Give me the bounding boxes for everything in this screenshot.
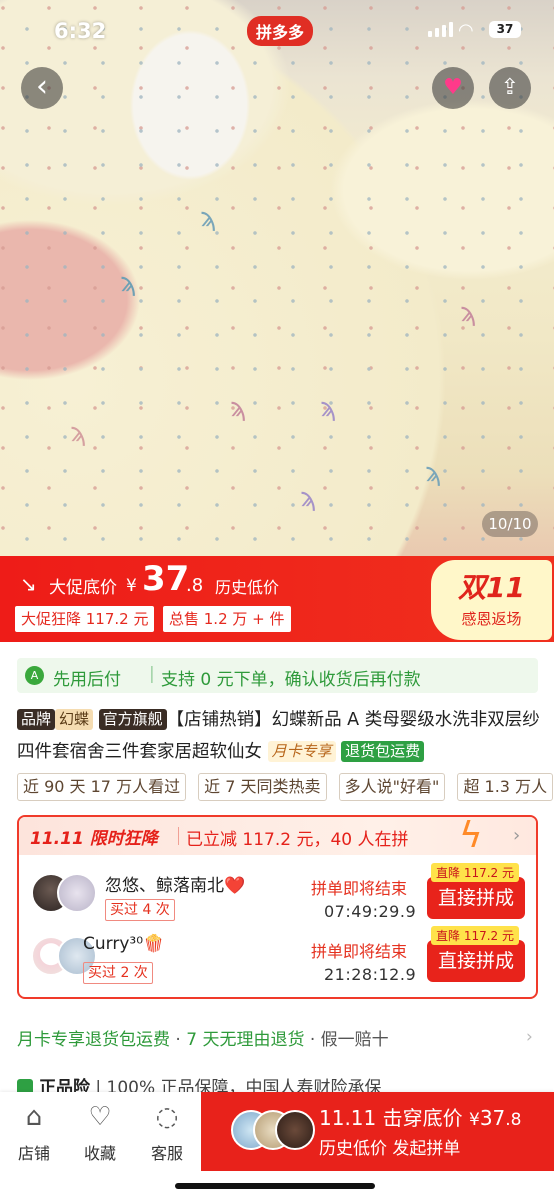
pay-later-banner[interactable]: A 先用后付 | 支持 0 元下单，确认收货后再付款	[17, 658, 538, 693]
buy-button[interactable]: 11.11 击穿底价 ¥37.8 历史低价 发起拼单	[201, 1092, 554, 1171]
battery-icon: 37	[489, 21, 521, 38]
bow-icon: ϡ	[300, 483, 317, 513]
tag-hot[interactable]: 近 7 天同类热卖	[198, 773, 327, 801]
pay-later-icon: A	[25, 666, 44, 685]
bought-count: 买过 2 次	[83, 962, 153, 984]
pay-later-desc: 支持 0 元下单，确认收货后再付款	[161, 670, 421, 690]
price-label: 大促底价	[49, 578, 117, 598]
sales-tag: 总售 1.2 万 + 件	[163, 606, 291, 632]
chat-icon: ◌	[155, 1102, 179, 1132]
free-return-text: 月卡专享退货包运费	[17, 1030, 170, 1050]
heart-icon: ♥	[443, 75, 463, 100]
ending-label: 拼单即将结束	[311, 942, 408, 961]
drop-badge: 直降 117.2 元	[431, 926, 519, 945]
no-reason-return-text: 7 天无理由退货	[186, 1030, 305, 1050]
tag-views[interactable]: 近 90 天 17 万人看过	[17, 773, 187, 801]
home-indicator	[175, 1183, 375, 1189]
product-title: 品牌 幻蝶 官方旗舰 【店铺热销】幻蝶新品 A 类母婴级水洗非双层纱四件套宿舍三件套…	[17, 704, 543, 768]
bow-icon: ϡ	[70, 418, 87, 448]
divider	[178, 827, 179, 845]
customer-service-label: 客服	[150, 1144, 183, 1163]
double11-subtitle: 感恩返场	[461, 610, 522, 628]
wifi-icon: ◠	[458, 20, 474, 41]
brand-name-chip[interactable]: 幻蝶	[55, 709, 94, 730]
avatar	[275, 1110, 315, 1150]
tag-buyers[interactable]: 超 1.3 万人	[457, 773, 554, 801]
share-icon: ⇪	[500, 75, 520, 100]
bought-count: 买过 4 次	[105, 899, 175, 921]
share-button[interactable]: ⇪	[489, 67, 531, 109]
favorite-nav-button[interactable]: ♡ 收藏	[75, 1100, 125, 1164]
double11-badge: 双11 感恩返场	[431, 560, 552, 640]
dot-separator: ·	[170, 1030, 187, 1050]
history-low-label: 历史低价	[215, 578, 280, 597]
countdown-timer: 21:28:12.9	[324, 965, 417, 984]
group-buy-row: Curry³⁰🍿 买过 2 次 拼单即将结束 21:28:12.9 直降 117…	[19, 926, 536, 996]
bow-icon: ϡ	[120, 268, 137, 298]
double11-title: 双11	[458, 571, 525, 604]
tag-reviews[interactable]: 多人说"好看"	[338, 773, 446, 801]
fake-compensation-text: 假一赔十	[320, 1030, 389, 1050]
image-counter: 10/10	[482, 511, 538, 537]
countdown-timer: 07:49:29.9	[324, 902, 417, 921]
divider: |	[149, 664, 155, 684]
bow-icon: ϡ	[230, 393, 247, 423]
drop-badge: 直降 117.2 元	[431, 863, 519, 882]
dot-separator: ·	[304, 1030, 321, 1050]
join-group-button[interactable]: 直接拼成	[427, 940, 525, 982]
signal-icon	[428, 22, 453, 37]
avatar	[57, 873, 97, 913]
bow-icon: ϡ	[425, 458, 442, 488]
heart-outline-icon: ♡	[88, 1102, 112, 1132]
customer-service-button[interactable]: ◌ 客服	[142, 1100, 192, 1164]
price-decimal: .8	[186, 575, 204, 596]
flash-sale-header[interactable]: 11.11 限时狂降 已立减 117.2 元，40 人在拼 ϟ ›	[19, 815, 536, 856]
app-badge: 拼多多	[247, 16, 314, 46]
chevron-left-icon: ‹	[36, 69, 48, 104]
chevron-right-icon: ›	[513, 825, 521, 846]
service-guarantee[interactable]: 月卡专享退货包运费 · 7 天无理由退货 · 假一赔十	[17, 1025, 389, 1050]
free-return-chip: 退货包运费	[341, 741, 425, 762]
ending-label: 拼单即将结束	[311, 879, 408, 898]
lightning-icon: ϟ	[459, 815, 483, 856]
discount-tag: 大促狂降 117.2 元	[15, 606, 155, 632]
user-name: 忽悠、鲸落南北❤️	[105, 876, 246, 896]
trend-down-icon: ↘	[20, 572, 37, 596]
price-integer: 37	[142, 559, 190, 599]
highlight-tags: 近 90 天 17 万人看过 近 7 天同类热卖 多人说"好看" 超 1.3 万…	[17, 773, 554, 801]
buy-subtitle: 历史低价 发起拼单	[319, 1139, 461, 1159]
store-label: 店铺	[17, 1144, 50, 1163]
flash-sale-card: 11.11 限时狂降 已立减 117.2 元，40 人在拼 ϟ › 忽悠、鲸落南…	[17, 815, 538, 999]
store-icon: ⌂	[25, 1102, 43, 1132]
group-buy-row: 忽悠、鲸落南北❤️ 买过 4 次 拼单即将结束 07:49:29.9 直降 11…	[19, 863, 536, 933]
favorite-label: 收藏	[83, 1144, 116, 1163]
month-card-chip: 月卡专享	[267, 741, 336, 762]
clock: 6:32	[54, 19, 107, 43]
chevron-right-icon[interactable]: ›	[526, 1027, 533, 1047]
bow-icon: ϡ	[320, 393, 337, 423]
favorite-button[interactable]: ♥	[432, 67, 474, 109]
join-group-button[interactable]: 直接拼成	[427, 877, 525, 919]
bow-icon: ϡ	[460, 298, 477, 328]
pay-later-title: 先用后付	[53, 670, 121, 690]
brand-chip: 品牌	[17, 709, 56, 730]
user-name: Curry³⁰🍿	[83, 934, 165, 954]
flash-sale-subtitle: 已立减 117.2 元，40 人在拼	[186, 830, 409, 850]
currency: ¥	[126, 576, 137, 596]
back-button[interactable]: ‹	[21, 67, 63, 109]
store-chip: 官方旗舰	[98, 709, 167, 730]
store-button[interactable]: ⌂ 店铺	[9, 1100, 59, 1164]
buy-title: 11.11 击穿底价 ¥37.8	[319, 1106, 522, 1130]
flash-sale-title: 11.11 限时狂降	[30, 829, 158, 849]
status-bar: 6:32 拼多多 ◠ 37	[0, 0, 554, 60]
bow-icon: ϡ	[200, 203, 217, 233]
